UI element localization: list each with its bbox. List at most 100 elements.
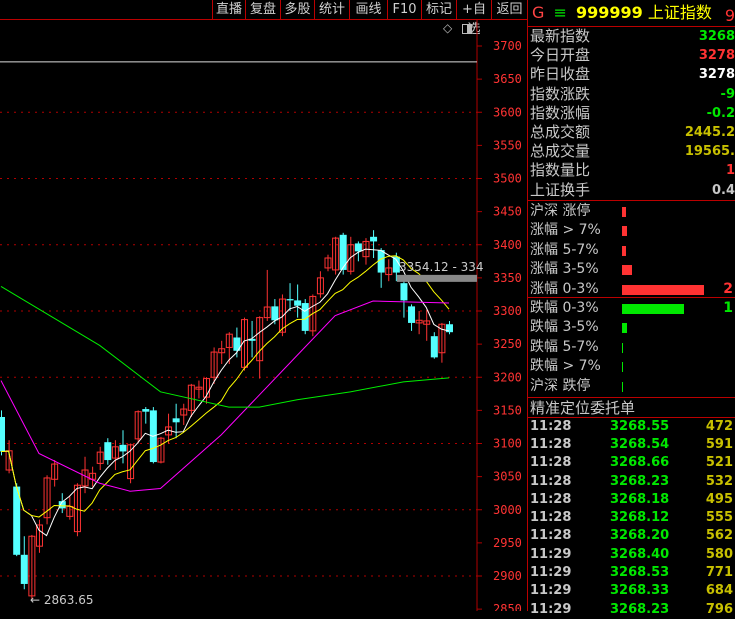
toolbar-button-4[interactable]: 画线 — [349, 0, 387, 20]
tick-time: 11:28 — [530, 418, 572, 434]
kline-svg[interactable]: 3700 3650 3600 3550 3500 3450 3400 3350 3300 3250… — [0, 20, 527, 616]
distribution-row: 跌幅 5-7% — [528, 338, 735, 358]
tick-volume: 684 — [705, 583, 733, 599]
distribution-count: 2 — [723, 281, 733, 298]
distribution-label: 跌幅 > 7% — [530, 358, 601, 375]
distribution-row: 沪深 跌停 — [528, 377, 735, 397]
stat-row: 今日开盘 3278 — [528, 46, 735, 65]
tick-row: 11:28 3268.54 591 — [528, 436, 735, 454]
tick-price: 3268.40 — [610, 546, 670, 562]
distribution-row: 跌幅 3-5% — [528, 318, 735, 338]
tick-price: 3268.20 — [610, 528, 670, 544]
distribution-row: 涨幅 > 7% — [528, 221, 735, 241]
tick-row: 11:28 3268.18 495 — [528, 491, 735, 509]
price-tick-label: 3350 — [493, 271, 522, 285]
tick-volume: 771 — [705, 565, 733, 581]
candle-body — [0, 417, 5, 452]
price-tick-label: 3100 — [493, 437, 522, 451]
stat-label: 总成交量 — [530, 142, 591, 161]
low-price-value: 2863.65 — [44, 593, 94, 607]
tick-time: 11:28 — [530, 473, 572, 489]
menu-icon[interactable]: ≡ — [554, 3, 567, 22]
diamond-icon[interactable]: ◇ — [443, 21, 452, 35]
candle-body — [400, 283, 408, 301]
toolbar-button-8[interactable]: 返回 — [491, 0, 527, 20]
toolbar-button-3[interactable]: 统计 — [314, 0, 349, 20]
toolbar-button-0[interactable]: 直播 — [212, 0, 245, 20]
panel-toggle-icon[interactable] — [462, 24, 472, 34]
price-tick-label: 3000 — [493, 503, 522, 517]
price-tick-label: 3250 — [493, 337, 522, 351]
ma60-line — [0, 286, 450, 408]
stat-value: 0.4 — [711, 182, 735, 198]
toolbar-button-5[interactable]: F10 — [387, 0, 421, 20]
stat-label: 昨日收盘 — [530, 65, 591, 84]
stat-row: 指数涨跌 -9 — [528, 85, 735, 104]
tick-volume: 495 — [705, 491, 733, 507]
distribution-count: 1 — [723, 299, 733, 316]
distribution-row: 跌幅 > 7% — [528, 357, 735, 377]
distribution-row: 涨幅 5-7% — [528, 241, 735, 261]
distribution-bar — [622, 245, 627, 256]
candle-body — [294, 300, 302, 306]
candle-body — [430, 336, 438, 358]
quote-header: G ≡ 999999 上证指数 9 — [528, 0, 735, 27]
price-tick-label: 3450 — [493, 205, 522, 219]
stat-label: 指数涨幅 — [530, 103, 591, 122]
tick-time: 11:29 — [530, 583, 572, 599]
stat-value: 3268 — [698, 29, 735, 44]
toolbar: 直播 复盘 多股 统计 画线 F10 标记 +自选 返回 — [0, 0, 527, 37]
stat-label: 总成交额 — [530, 122, 591, 141]
candle-body — [408, 306, 416, 323]
stat-value: 19565. — [684, 144, 735, 160]
ma5-line — [0, 248, 450, 537]
ticks-list: 11:28 3268.55 472 11:28 3268.54 591 11:28 3268.… — [528, 418, 735, 619]
distribution-row: 沪深 涨停 — [528, 202, 735, 222]
tick-row: 11:29 3268.40 580 — [528, 546, 735, 564]
toolbar-button-6[interactable]: 标记 — [421, 0, 456, 20]
stat-label: 今日开盘 — [530, 46, 591, 65]
toolbar-button-2[interactable]: 多股 — [280, 0, 314, 20]
tick-row: 11:28 3268.12 555 — [528, 509, 735, 527]
tick-price: 3268.23 — [610, 473, 670, 489]
candle-body — [104, 442, 112, 461]
tick-row: 11:28 3268.20 562 — [528, 527, 735, 545]
stock-code: 999999 — [576, 3, 643, 22]
price-tick-label: 3300 — [493, 304, 522, 318]
distribution-bar — [622, 362, 623, 373]
distribution-row: 涨幅 3-5% — [528, 260, 735, 280]
tick-price: 3268.18 — [610, 491, 670, 507]
price-tick-label: 3400 — [493, 238, 522, 252]
toolbar-button-1[interactable]: 复盘 — [245, 0, 280, 20]
low-price-label: ← 2863.65 — [30, 593, 94, 607]
truncated-value: 9 — [724, 6, 735, 25]
distribution-label: 跌幅 3-5% — [530, 319, 599, 336]
distribution-label: 涨幅 5-7% — [530, 241, 599, 258]
tick-volume: 555 — [705, 510, 733, 526]
distribution-label: 涨幅 3-5% — [530, 261, 599, 278]
tick-volume: 562 — [705, 528, 733, 544]
toolbar-button-7[interactable]: +自选 — [456, 0, 491, 37]
distribution-bar — [622, 382, 623, 393]
price-tick-label: 2950 — [493, 536, 522, 550]
tick-price: 3268.66 — [610, 455, 670, 471]
stat-label: 最新指数 — [530, 27, 591, 45]
stat-value: -0.2 — [706, 105, 735, 121]
stat-value: 1 — [725, 163, 735, 179]
price-tick-label: 3150 — [493, 403, 522, 417]
tick-time: 11:28 — [530, 436, 572, 452]
stat-value: 3278 — [698, 67, 735, 83]
tick-volume: 591 — [705, 436, 733, 452]
tick-price: 3268.55 — [610, 418, 670, 434]
candle-body — [286, 299, 294, 301]
stat-row: 上证换手 0.4 — [528, 181, 735, 200]
tick-price: 3268.33 — [610, 583, 670, 599]
ticks-title: 精准定位委托单 — [528, 396, 735, 418]
kline-chart[interactable]: 3700 3650 3600 3550 3500 3450 3400 3350 3300 3250… — [0, 20, 527, 616]
down-distribution: 跌幅 0-3% 1 跌幅 3-5% 跌幅 5-7% 跌幅 > 7% 沪深 跌停 — [528, 296, 735, 397]
stats-list: 最新指数 3268 今日开盘 3278 昨日收盘 3278 指数涨跌 -9 指数涨幅 -0.2 总成… — [528, 27, 735, 200]
tick-price: 3268.23 — [610, 601, 670, 617]
stat-row: 指数量比 1 — [528, 161, 735, 180]
tick-price: 3268.53 — [610, 565, 670, 581]
price-tick-label: 2850 — [493, 602, 522, 611]
